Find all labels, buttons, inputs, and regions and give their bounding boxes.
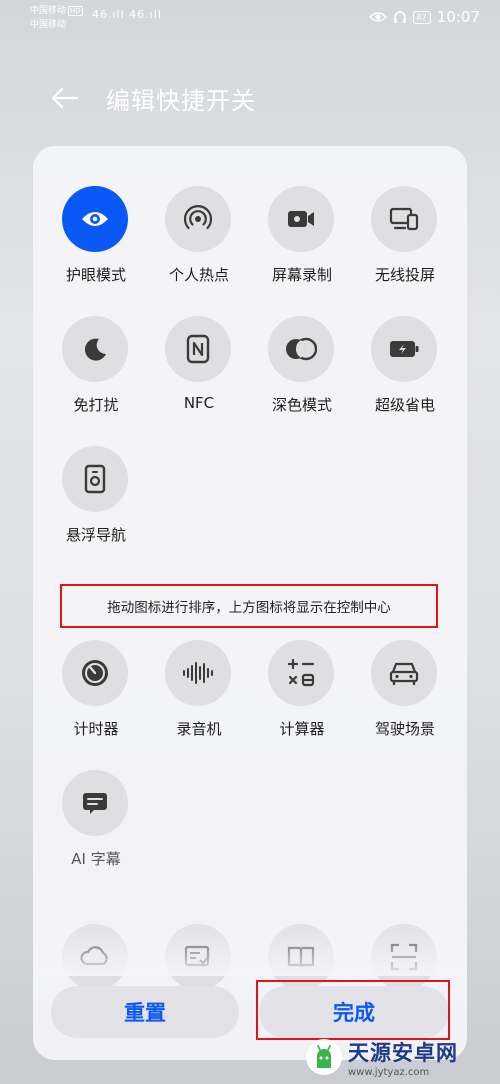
done-highlight-box — [256, 980, 450, 1040]
tile-label: 驾驶场景 — [374, 720, 435, 738]
battery-icon: 87 — [412, 10, 431, 24]
subtitle-icon — [62, 770, 128, 836]
sound-wave-icon — [165, 640, 231, 706]
tile-driving-scene[interactable]: 驾驶场景 — [360, 640, 450, 750]
quick-switch-panel: 护眼模式 个人热点 屏幕录制 无线投屏 免打扰 NFC 深色模式 超级省电 悬浮… — [33, 146, 467, 1060]
hotspot-icon — [165, 186, 231, 252]
tile-label: 录音机 — [176, 720, 222, 738]
moon-icon — [62, 316, 128, 382]
watermark-name: 天源安卓网 — [348, 1040, 458, 1065]
tile-timer[interactable]: 计时器 — [51, 640, 141, 750]
reset-button[interactable]: 重置 — [51, 986, 239, 1038]
tile-label: 免打扰 — [73, 396, 119, 414]
tile-label: 计算器 — [279, 720, 325, 738]
tile-screen-record[interactable]: 屏幕录制 — [257, 186, 347, 296]
eye-icon — [62, 186, 128, 252]
tile-hotspot[interactable]: 个人热点 — [154, 186, 244, 296]
status-bar: 中国移动 HD 中国移动 46.ıll 46.ıll 87 10:07 — [0, 0, 500, 36]
tile-label: 超级省电 — [374, 396, 435, 414]
hint-text: 拖动图标进行排序，上方图标将显示在控制中心 — [107, 600, 391, 616]
tile-floating-navigation[interactable]: 悬浮导航 — [51, 446, 141, 556]
page-title: 编辑快捷开关 — [106, 86, 256, 115]
tile-calculator[interactable]: 计算器 — [257, 640, 347, 750]
tile-dark-mode[interactable]: 深色模式 — [257, 316, 347, 426]
tile-label: 计时器 — [73, 720, 119, 738]
nfc-icon — [165, 316, 231, 382]
tile-label: 无线投屏 — [374, 266, 435, 284]
header: 编辑快捷开关 — [50, 78, 256, 118]
floating-navigation-icon — [62, 446, 128, 512]
watermark-url: www.jytyaz.com — [348, 1066, 430, 1078]
signal-icon-1: 46.ıll — [92, 8, 125, 21]
tile-label: 个人热点 — [168, 266, 229, 284]
tile-label: NFC — [183, 394, 215, 412]
eye-status-icon — [368, 12, 387, 22]
car-icon — [371, 640, 437, 706]
drag-sort-hint: 拖动图标进行排序，上方图标将显示在控制中心 — [60, 584, 438, 628]
tile-label: 悬浮导航 — [65, 526, 126, 544]
signal-indicators: 46.ıll 46.ıll — [92, 8, 162, 21]
screen-cast-icon — [371, 186, 437, 252]
tile-label: AI 字幕 — [71, 850, 121, 868]
dark-mode-icon — [268, 316, 334, 382]
power-saving-battery-icon — [371, 316, 437, 382]
carrier-1: 中国移动 — [30, 6, 67, 16]
clock: 10:07 — [436, 8, 480, 26]
hd-badge: HD — [68, 6, 83, 16]
carrier-2: 中国移动 — [30, 20, 67, 30]
watermark: 天源安卓网 www.jytyaz.com — [306, 1036, 458, 1078]
tile-nfc[interactable]: NFC — [154, 316, 244, 426]
watermark-text: 天源安卓网 www.jytyaz.com — [348, 1037, 458, 1078]
tile-super-power-saving[interactable]: 超级省电 — [360, 316, 450, 426]
calculator-icon — [268, 640, 334, 706]
back-arrow-icon[interactable] — [50, 83, 80, 113]
tile-label: 深色模式 — [271, 396, 332, 414]
status-right: 87 10:07 — [368, 8, 480, 26]
tile-ai-subtitle[interactable]: AI 字幕 — [51, 770, 141, 880]
bottom-fade — [33, 916, 467, 976]
watermark-logo-icon — [306, 1039, 342, 1075]
tile-wireless-projection[interactable]: 无线投屏 — [360, 186, 450, 296]
signal-icon-2: 46.ıll — [129, 8, 162, 21]
tile-eye-comfort[interactable]: 护眼模式 — [51, 186, 141, 296]
tile-recorder[interactable]: 录音机 — [154, 640, 244, 750]
timer-icon — [62, 640, 128, 706]
tile-label: 护眼模式 — [65, 266, 126, 284]
tile-label: 屏幕录制 — [271, 266, 332, 284]
carrier-info: 中国移动 HD 中国移动 — [30, 4, 83, 32]
video-camera-icon — [268, 186, 334, 252]
headphones-icon — [393, 11, 406, 23]
tile-do-not-disturb[interactable]: 免打扰 — [51, 316, 141, 426]
